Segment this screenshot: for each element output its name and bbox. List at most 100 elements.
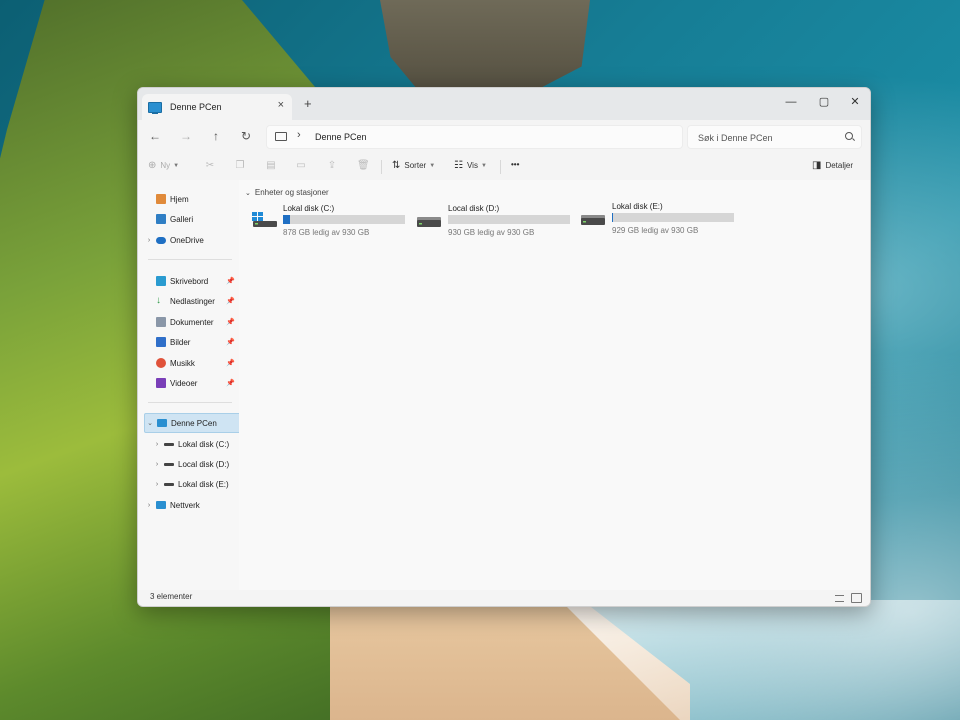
paste-icon[interactable]: ▤	[265, 160, 277, 172]
sidebar-item-label: Hjem	[170, 194, 189, 204]
new-button[interactable]: ⊕ Ny ▼	[148, 160, 179, 171]
sidebar-item-hjem[interactable]: Hjem	[144, 190, 239, 208]
tab-denne-pcen[interactable]: Denne PCen ×	[142, 94, 292, 120]
sidebar-item-videoer[interactable]: Videoer 📌	[144, 374, 239, 392]
rename-icon[interactable]: ▭	[295, 160, 307, 172]
sidebar-divider	[148, 402, 232, 403]
drive-icon	[164, 462, 174, 466]
drive-name: Lokal disk (C:)	[283, 204, 335, 213]
search-input[interactable]	[696, 129, 840, 147]
pin-icon[interactable]: 📌	[226, 277, 235, 285]
sidebar-item-label: Musikk	[170, 358, 195, 368]
breadcrumb-denne-pcen[interactable]: Denne PCen	[315, 132, 367, 142]
music-icon	[156, 358, 166, 368]
wallpaper-rock	[380, 0, 590, 95]
chevron-right-icon[interactable]: ›	[144, 502, 154, 509]
new-tab-button[interactable]: +	[304, 97, 312, 110]
sidebar-item-musikk[interactable]: Musikk 📌	[144, 354, 239, 372]
sidebar-item-label: Lokal disk (E:)	[178, 479, 229, 489]
monitor-icon	[275, 132, 287, 141]
sidebar-item-dokumenter[interactable]: Dokumenter 📌	[144, 313, 239, 331]
search-icon[interactable]	[845, 132, 853, 140]
drive-free-space: 878 GB ledig av 930 GB	[283, 228, 370, 237]
sidebar-item-label: Nedlastinger	[170, 296, 215, 306]
search-box	[687, 125, 862, 149]
windows-drive-icon	[252, 212, 277, 227]
tiles-view-icon[interactable]	[851, 593, 862, 603]
delete-icon[interactable]: 🗑	[357, 160, 370, 172]
details-button[interactable]: ◨ Detaljer	[812, 160, 853, 171]
sidebar-item-denne-pcen[interactable]: ⌄ Denne PCen	[144, 413, 241, 433]
item-count: 3 elementer	[150, 592, 193, 601]
sidebar-item-galleri[interactable]: Galleri	[144, 210, 239, 228]
cut-icon[interactable]: ✂	[204, 160, 216, 172]
minimize-button[interactable]: —	[776, 91, 806, 113]
drive-tile-d[interactable]: Local disk (D:) 930 GB ledig av 930 GB	[416, 204, 576, 244]
sidebar-divider	[148, 259, 232, 260]
videos-icon	[156, 378, 166, 388]
more-options-button[interactable]: •••	[511, 160, 519, 169]
details-pane-icon: ◨	[812, 160, 822, 171]
group-title: Enheter og stasjoner	[254, 188, 329, 197]
close-button[interactable]: ✕	[840, 91, 870, 113]
view-button[interactable]: ☷ Vis ▼	[454, 160, 487, 171]
up-arrow-icon[interactable]: ↑	[208, 129, 224, 143]
chevron-down-icon: ▼	[480, 162, 487, 169]
pin-icon[interactable]: 📌	[226, 338, 235, 346]
sidebar-item-lokal-disk-c[interactable]: › Lokal disk (C:)	[152, 435, 239, 453]
command-bar: ⊕ Ny ▼ ✂ ❐ ▤ ▭ ⇪ 🗑 ⇅ Sorter ▼ ☷ Vis ▼ ••…	[138, 153, 870, 181]
sidebar-item-label: Videoer	[170, 378, 198, 388]
drive-tile-e[interactable]: Lokal disk (E:) 929 GB ledig av 930 GB	[580, 202, 740, 242]
chevron-down-icon[interactable]: ⌄	[145, 419, 155, 427]
sidebar-item-skrivebord[interactable]: Skrivebord 📌	[144, 272, 239, 290]
pin-icon[interactable]: 📌	[226, 297, 235, 305]
onedrive-icon	[156, 236, 166, 244]
new-label: Ny	[160, 161, 171, 170]
drive-usage-bar	[612, 213, 734, 222]
ellipsis-icon: •••	[511, 160, 520, 169]
pin-icon[interactable]: 📌	[226, 318, 235, 326]
group-header-devices[interactable]: ⌄ Enheter og stasjoner	[245, 188, 329, 197]
chevron-right-icon[interactable]: ›	[152, 441, 162, 448]
plus-circle-icon: ⊕	[148, 160, 157, 171]
sidebar-item-label: Dokumenter	[170, 317, 214, 327]
network-icon	[156, 501, 166, 509]
drive-tile-c[interactable]: Lokal disk (C:) 878 GB ledig av 930 GB	[251, 204, 411, 244]
sidebar-item-nettverk[interactable]: › Nettverk	[144, 496, 239, 514]
share-icon[interactable]: ⇪	[326, 160, 338, 172]
chevron-right-icon[interactable]: ›	[144, 237, 154, 244]
details-view-icon[interactable]	[835, 595, 844, 602]
forward-arrow-icon[interactable]: →	[178, 129, 194, 143]
refresh-icon[interactable]: ↻	[238, 129, 254, 143]
sidebar-item-local-disk-d[interactable]: › Local disk (D:)	[152, 455, 239, 473]
sidebar-item-lokal-disk-e[interactable]: › Lokal disk (E:)	[152, 475, 239, 493]
sidebar-item-nedlastinger[interactable]: ↓ Nedlastinger 📌	[144, 292, 239, 310]
tab-close-button[interactable]: ×	[278, 99, 284, 111]
drive-icon	[164, 482, 174, 486]
status-bar: 3 elementer	[138, 590, 870, 606]
drive-name: Lokal disk (E:)	[612, 202, 663, 211]
back-arrow-icon[interactable]: ←	[147, 129, 163, 143]
copy-icon[interactable]: ❐	[234, 160, 246, 172]
title-bar: Denne PCen × + — ▢ ✕	[138, 88, 870, 120]
sidebar-item-label: Nettverk	[170, 500, 200, 510]
maximize-button[interactable]: ▢	[809, 91, 839, 113]
tab-title: Denne PCen	[170, 102, 222, 112]
sidebar-item-bilder[interactable]: Bilder 📌	[144, 333, 239, 351]
view-icon: ☷	[454, 160, 463, 171]
sort-icon: ⇅	[392, 160, 401, 171]
drive-icon	[417, 217, 441, 227]
pin-icon[interactable]: 📌	[226, 379, 235, 387]
chevron-down-icon: ⌄	[245, 189, 251, 197]
drive-free-space: 930 GB ledig av 930 GB	[448, 228, 535, 237]
sidebar-item-label: OneDrive	[170, 235, 204, 245]
sidebar-item-onedrive[interactable]: › OneDrive	[144, 231, 239, 249]
address-bar[interactable]: › Denne PCen	[266, 125, 683, 149]
pin-icon[interactable]: 📌	[226, 359, 235, 367]
breadcrumb-separator: ›	[297, 129, 301, 141]
chevron-right-icon[interactable]: ›	[152, 481, 162, 488]
chevron-right-icon[interactable]: ›	[152, 461, 162, 468]
documents-icon	[156, 317, 166, 327]
sidebar-item-label: Skrivebord	[170, 276, 209, 286]
sort-button[interactable]: ⇅ Sorter ▼	[392, 160, 435, 171]
